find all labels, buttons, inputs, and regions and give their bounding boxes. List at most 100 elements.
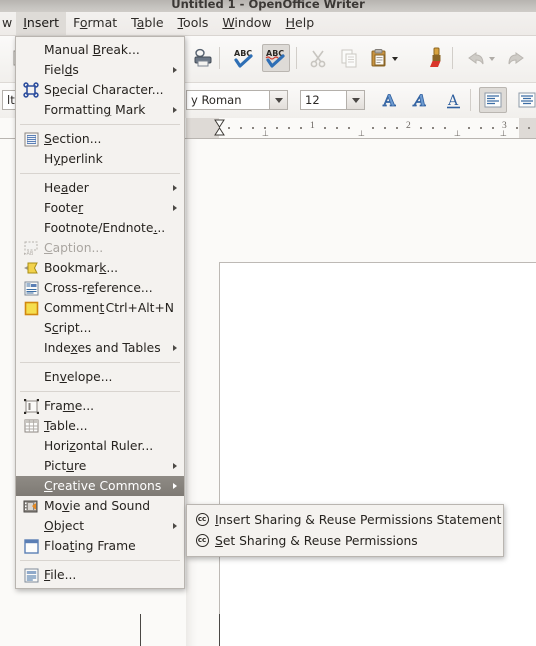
menu-item-picture[interactable]: Picture [16,456,184,476]
submenu-item-set-sharing-permissions[interactable]: cc Set Sharing & Reuse Permissions [187,530,503,551]
indent-marker[interactable] [214,119,225,136]
insert-menu[interactable]: Manual Break... Fields Special Character… [15,36,185,589]
menu-item-hyperlink[interactable]: Hyperlink [16,149,184,169]
menu-item-movie-and-sound[interactable]: Movie and Sound [16,496,184,516]
menu-item-icon-placeholder [18,368,44,386]
menu-separator [20,391,180,392]
paragraph-style-value: lt [7,93,15,107]
menubar-item-tools[interactable]: Tools [171,12,216,35]
menu-item-comment[interactable]: Comment Ctrl+Alt+N [16,298,184,318]
svg-text:A: A [382,91,396,110]
menu-item-label: Caption... [44,241,104,255]
clone-formatting-icon[interactable] [424,45,450,71]
italic-button[interactable]: A [409,87,435,113]
toolbar-separator [470,89,471,111]
menu-item-label: Horizontal Ruler... [44,439,154,453]
menu-item-icon-placeholder [18,457,44,475]
caption-icon: ▸AB [18,239,44,257]
submenu-arrow-icon [173,185,177,191]
font-size-combo[interactable]: 12 [300,90,365,110]
menubar-item-window-partial[interactable]: w [0,12,16,35]
bookmark-icon [18,259,44,277]
section-icon [18,130,44,148]
cut-icon[interactable] [305,45,331,71]
align-left-button[interactable] [479,87,507,113]
menu-item-indexes-and-tables[interactable]: Indexes and Tables [16,338,184,358]
menu-separator [20,124,180,125]
menu-item-creative-commons[interactable]: Creative Commons [16,476,184,496]
menubar-item-help[interactable]: Help [279,12,322,35]
menubar-item-format[interactable]: Format [66,12,124,35]
menu-item-header[interactable]: Header [16,178,184,198]
toolbar-separator [219,47,220,69]
menu-item-label: Footer [44,201,84,215]
file-icon [18,566,44,584]
menu-item-label: Object [44,519,85,533]
menu-item-script[interactable]: Script... [16,318,184,338]
window-title: Untitled 1 - OpenOffice Writer [171,0,365,11]
redo-icon[interactable] [505,45,531,71]
menu-item-icon-placeholder [18,477,44,495]
movie-sound-icon [18,497,44,515]
align-center-button[interactable] [513,87,536,113]
menu-item-caption: ▸AB Caption... [16,238,184,258]
creative-commons-submenu[interactable]: cc Insert Sharing & Reuse Permissions St… [186,504,504,557]
menu-item-frame[interactable]: Frame... [16,396,184,416]
font-size-dropdown-arrow[interactable] [346,91,364,109]
menu-item-label: Special Character... [44,83,164,97]
menubar-item-insert[interactable]: Insert [16,12,67,35]
submenu-arrow-icon [173,463,177,469]
menu-item-object[interactable]: Object [16,516,184,536]
undo-dropdown-icon[interactable] [486,46,498,72]
menu-item-label: Table... [44,419,88,433]
menu-item-table[interactable]: Table... [16,416,184,436]
menu-item-formatting-mark[interactable]: Formatting Mark [16,100,184,120]
undo-icon[interactable] [461,45,487,71]
autospellcheck-icon[interactable]: ABC [262,44,290,72]
underline-button[interactable]: A [441,87,467,113]
menu-item-label: Bookmark... [44,261,119,275]
menu-item-icon-placeholder [18,101,44,119]
menu-item-file[interactable]: File... [16,565,184,585]
menu-item-fields[interactable]: Fields [16,60,184,80]
page-edge-line [219,614,220,646]
print-directly-icon[interactable] [190,45,216,71]
menu-item-label: Movie and Sound [44,499,151,513]
cross-reference-icon [18,279,44,297]
font-name-dropdown-arrow[interactable] [269,91,287,109]
menu-item-label: Fields [44,63,79,77]
menu-item-cross-reference[interactable]: Cross-reference... [16,278,184,298]
svg-text:A: A [447,93,459,109]
menu-item-envelope[interactable]: Envelope... [16,367,184,387]
menu-item-section[interactable]: Section... [16,129,184,149]
document-page[interactable] [219,262,536,646]
ruler-number-1: 1 [310,121,315,131]
menu-item-special-character[interactable]: Special Character... [16,80,184,100]
paste-dropdown-icon[interactable] [389,46,401,72]
menu-item-horizontal-ruler[interactable]: Horizontal Ruler... [16,436,184,456]
menu-item-floating-frame[interactable]: Floating Frame [16,536,184,556]
menubar-item-table[interactable]: Table [124,12,170,35]
menu-item-label: Picture [44,459,87,473]
menu-item-label: Script... [44,321,92,335]
font-name-combo[interactable]: y Roman [186,90,288,110]
menu-bar: w Insert Format Table Tools Window Help [0,12,536,36]
menu-separator [20,173,180,174]
submenu-item-label: Set Sharing & Reuse Permissions [215,533,418,548]
cc-icon: cc [189,511,215,529]
menu-item-label: File... [44,568,77,582]
menu-item-icon-placeholder [18,319,44,337]
menu-item-icon-placeholder [18,150,44,168]
menu-item-manual-break[interactable]: Manual Break... [16,40,184,60]
spelling-check-icon[interactable]: ABC [231,45,257,71]
menu-item-footer[interactable]: Footer [16,198,184,218]
menubar-item-window[interactable]: Window [215,12,278,35]
submenu-arrow-icon [173,483,177,489]
special-character-icon [18,81,44,99]
copy-icon[interactable] [336,45,362,71]
menu-item-footnote-endnote[interactable]: Footnote/Endnote... [16,218,184,238]
menu-item-icon-placeholder [18,339,44,357]
bold-button[interactable]: A [377,87,403,113]
submenu-item-insert-sharing-statement[interactable]: cc Insert Sharing & Reuse Permissions St… [187,509,503,530]
menu-item-bookmark[interactable]: Bookmark... [16,258,184,278]
